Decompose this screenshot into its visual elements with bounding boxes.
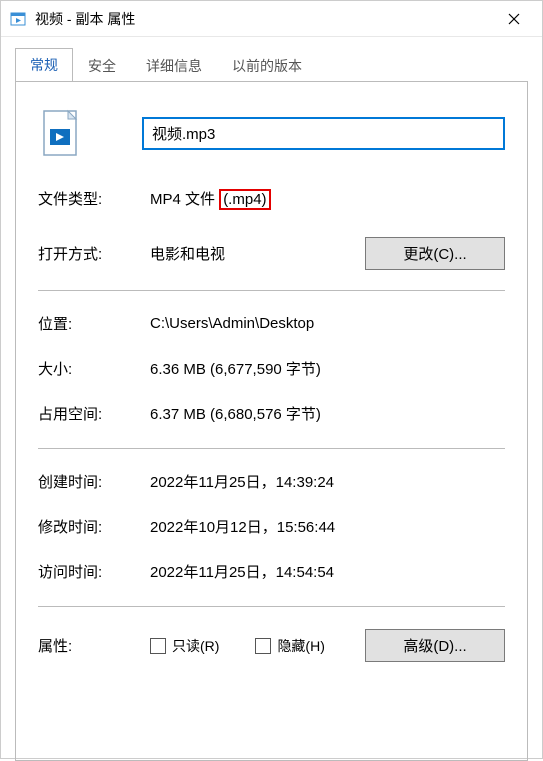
location-label: 位置: [38, 313, 150, 334]
open-with-app: 电影和电视 [150, 243, 225, 264]
size-value: 6.36 MB (6,677,590 字节) [150, 358, 505, 379]
divider-3 [38, 606, 505, 607]
accessed-value: 2022年11月25日，14:54:54 [150, 561, 505, 582]
readonly-checkbox-label: 只读(R) [172, 636, 219, 656]
hidden-checkbox[interactable]: 隐藏(H) [255, 636, 324, 656]
size-on-disk-label: 占用空间: [38, 403, 150, 424]
modified-row: 修改时间: 2022年10月12日，15:56:44 [38, 516, 505, 537]
accessed-label: 访问时间: [38, 561, 150, 582]
attributes-row: 属性: 只读(R) 隐藏(H) 高级(D)... [38, 629, 505, 662]
divider-1 [38, 290, 505, 291]
created-label: 创建时间: [38, 471, 150, 492]
divider-2 [38, 448, 505, 449]
size-on-disk-row: 占用空间: 6.37 MB (6,680,576 字节) [38, 403, 505, 424]
size-label: 大小: [38, 358, 150, 379]
location-row: 位置: C:\Users\Admin\Desktop [38, 313, 505, 334]
tab-previous-versions[interactable]: 以前的版本 [217, 49, 317, 82]
filename-row [38, 108, 505, 158]
hidden-checkbox-label: 隐藏(H) [277, 636, 324, 656]
tab-security[interactable]: 安全 [73, 49, 131, 82]
file-type-value: MP4 文件 (.mp4) [150, 188, 505, 209]
size-row: 大小: 6.36 MB (6,677,590 字节) [38, 358, 505, 379]
attributes-checkboxes: 只读(R) 隐藏(H) [150, 636, 365, 656]
readonly-checkbox[interactable]: 只读(R) [150, 636, 219, 656]
filename-input[interactable] [142, 117, 505, 150]
change-open-with-button[interactable]: 更改(C)... [365, 237, 505, 270]
close-button[interactable] [494, 1, 534, 37]
window-app-icon [9, 10, 27, 28]
advanced-button[interactable]: 高级(D)... [365, 629, 505, 662]
checkbox-box-icon [255, 638, 271, 654]
file-extension-highlight: (.mp4) [219, 189, 270, 210]
open-with-row: 打开方式: 电影和电视 更改(C)... [38, 237, 505, 270]
file-type-label: 文件类型: [38, 188, 150, 209]
modified-value: 2022年10月12日，15:56:44 [150, 516, 505, 537]
location-value: C:\Users\Admin\Desktop [150, 315, 505, 332]
open-with-label: 打开方式: [38, 243, 150, 264]
checkbox-box-icon [150, 638, 166, 654]
general-panel: 文件类型: MP4 文件 (.mp4) 打开方式: 电影和电视 更改(C)...… [15, 81, 528, 761]
tab-details[interactable]: 详细信息 [131, 49, 217, 82]
modified-label: 修改时间: [38, 516, 150, 537]
size-on-disk-value: 6.37 MB (6,680,576 字节) [150, 403, 505, 424]
accessed-row: 访问时间: 2022年11月25日，14:54:54 [38, 561, 505, 582]
created-row: 创建时间: 2022年11月25日，14:39:24 [38, 471, 505, 492]
tab-general[interactable]: 常规 [15, 48, 73, 82]
titlebar: 视频 - 副本 属性 [1, 1, 542, 37]
file-type-row: 文件类型: MP4 文件 (.mp4) [38, 188, 505, 209]
open-with-value-wrap: 电影和电视 更改(C)... [150, 237, 505, 270]
attributes-label: 属性: [38, 635, 150, 656]
tab-strip: 常规 安全 详细信息 以前的版本 [1, 37, 542, 81]
window-title: 视频 - 副本 属性 [35, 9, 494, 29]
file-type-icon [38, 108, 82, 158]
created-value: 2022年11月25日，14:39:24 [150, 471, 505, 492]
file-type-text: MP4 文件 [150, 191, 219, 208]
